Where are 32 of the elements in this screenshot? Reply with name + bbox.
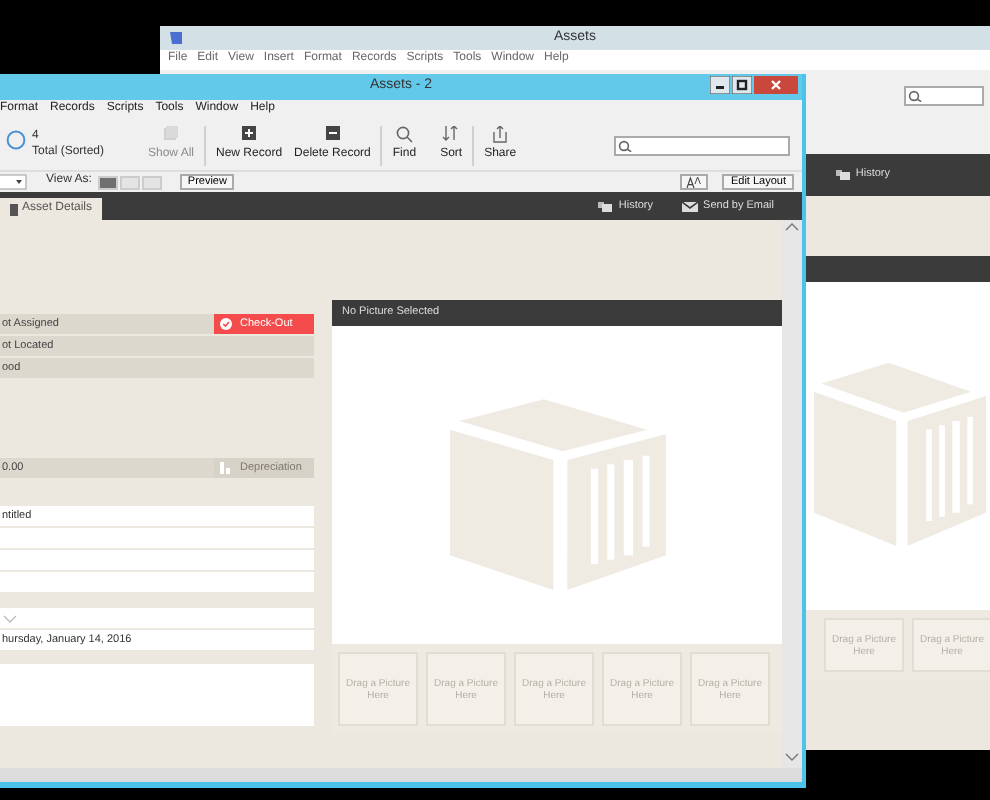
font-size-icon bbox=[686, 176, 703, 188]
progress-ring-icon bbox=[6, 130, 26, 151]
close-icon[interactable] bbox=[754, 76, 798, 94]
dropdown-field[interactable] bbox=[0, 174, 28, 190]
search-field[interactable] bbox=[904, 86, 984, 106]
dropdown-field[interactable] bbox=[0, 608, 314, 628]
chart-icon bbox=[220, 462, 232, 474]
app-icon bbox=[168, 30, 184, 46]
check-circle-icon bbox=[220, 318, 232, 330]
minus-icon bbox=[323, 126, 342, 145]
maximize-icon[interactable] bbox=[732, 76, 752, 94]
search-icon bbox=[618, 139, 632, 151]
plus-icon bbox=[240, 126, 259, 145]
envelope-icon bbox=[681, 201, 698, 211]
search-field[interactable] bbox=[614, 135, 790, 155]
sort-icon bbox=[442, 126, 461, 145]
stack-icon bbox=[162, 126, 180, 145]
scroll-down-icon bbox=[784, 752, 800, 764]
search-icon bbox=[395, 126, 414, 145]
input-field[interactable] bbox=[0, 572, 314, 592]
document-icon bbox=[10, 203, 18, 215]
history-icon bbox=[598, 201, 613, 211]
input-field[interactable] bbox=[0, 550, 314, 570]
font-size-button[interactable] bbox=[680, 174, 709, 190]
history-icon bbox=[835, 170, 850, 180]
chevron-icon bbox=[2, 613, 18, 623]
minimize-icon[interactable] bbox=[710, 76, 730, 94]
scroll-up-icon bbox=[784, 220, 800, 232]
share-icon bbox=[491, 126, 510, 145]
input-field[interactable] bbox=[0, 528, 314, 548]
view-mode-button[interactable] bbox=[97, 175, 118, 189]
search-icon bbox=[908, 90, 922, 102]
